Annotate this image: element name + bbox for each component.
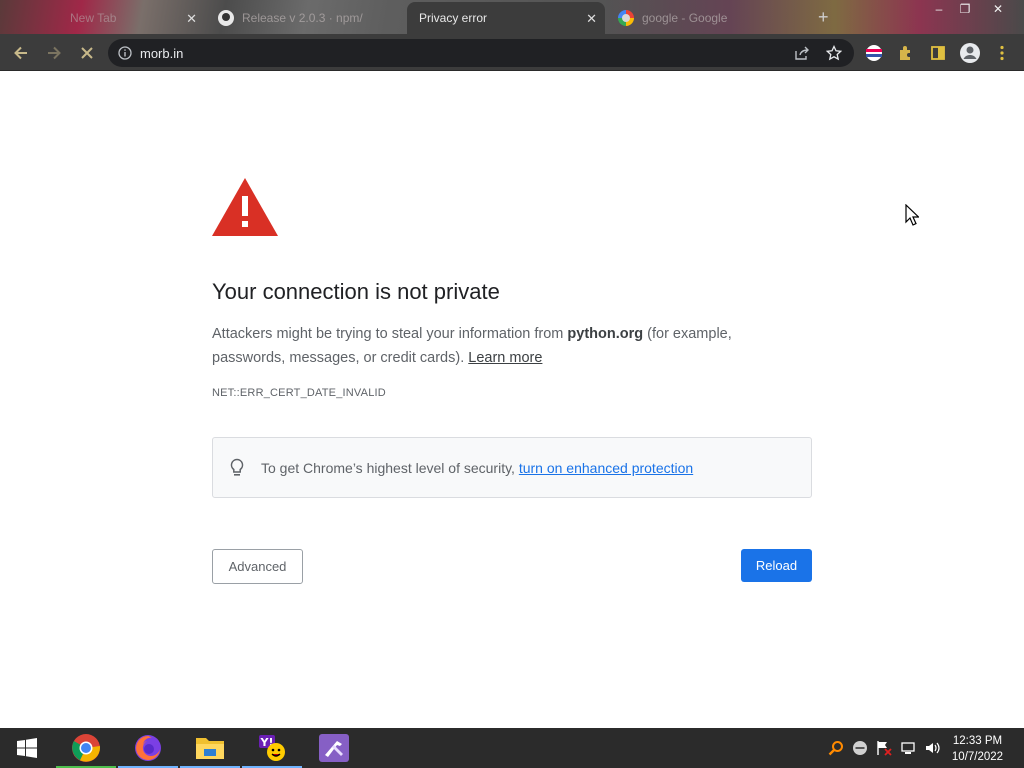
star-icon xyxy=(826,45,842,61)
taskbar-clock[interactable]: 12:33 PM 10/7/2022 xyxy=(940,733,1015,765)
firefox-icon xyxy=(135,735,161,761)
tab-privacy-error[interactable]: Privacy error ✕ xyxy=(407,2,605,34)
tray-status[interactable] xyxy=(852,740,868,756)
tab-close-icon[interactable]: ✕ xyxy=(586,11,597,27)
taskbar-yahoo-messenger[interactable]: Y! xyxy=(242,728,302,768)
profile-avatar-icon xyxy=(960,43,980,63)
taskbar-firefox[interactable] xyxy=(118,728,178,768)
windows-taskbar: Y! 12:33 PM 10/7/2022 xyxy=(0,728,1024,768)
github-icon xyxy=(218,10,234,26)
tab-title: google - Google xyxy=(642,11,728,25)
kebab-menu-icon xyxy=(1000,45,1004,61)
profile-button[interactable] xyxy=(958,41,982,65)
tip-text: To get Chrome’s highest level of securit… xyxy=(261,460,693,476)
tab-title: Privacy error xyxy=(419,11,488,25)
share-button[interactable] xyxy=(792,43,812,63)
clock-date: 10/7/2022 xyxy=(951,751,1004,763)
warning-triangle-icon xyxy=(212,178,278,236)
taskbar-file-explorer[interactable] xyxy=(180,728,240,768)
extension-button[interactable] xyxy=(862,41,886,65)
forward-button[interactable] xyxy=(42,41,66,65)
enhanced-protection-link[interactable]: turn on enhanced protection xyxy=(519,460,693,476)
page-title: Your connection is not private xyxy=(212,279,500,304)
tab-new-tab[interactable]: New Tab ✕ xyxy=(0,2,205,34)
url-text: morb.in xyxy=(140,45,184,61)
stop-loading-button[interactable] xyxy=(75,41,99,65)
tab-google-search[interactable]: google - Google xyxy=(608,2,808,34)
tab-title: New Tab xyxy=(70,11,117,25)
reload-button[interactable]: Reload xyxy=(741,549,812,582)
search-icon xyxy=(828,741,843,756)
back-arrow-icon xyxy=(14,46,27,60)
yahoo-messenger-icon: Y! xyxy=(259,735,285,761)
flag-extension-icon xyxy=(866,45,882,61)
tray-search[interactable] xyxy=(828,740,844,756)
enhanced-protection-tip: To get Chrome’s highest level of securit… xyxy=(212,437,812,498)
chrome-icon xyxy=(72,734,100,762)
extensions-menu-button[interactable] xyxy=(894,41,918,65)
tray-action-center[interactable] xyxy=(876,740,892,756)
network-icon xyxy=(901,742,915,754)
file-explorer-icon xyxy=(196,738,224,759)
mouse-cursor-icon xyxy=(905,204,919,226)
speaker-icon xyxy=(926,742,940,754)
side-panel-icon xyxy=(931,46,945,60)
address-bar[interactable]: morb.in xyxy=(108,39,854,67)
clock-time: 12:33 PM xyxy=(952,735,1003,747)
taskbar-visual-studio[interactable] xyxy=(304,728,364,768)
info-icon xyxy=(118,46,132,60)
forward-arrow-icon xyxy=(48,46,61,60)
start-button[interactable] xyxy=(0,728,54,768)
learn-more-link[interactable]: Learn more xyxy=(468,350,542,366)
no-entry-icon xyxy=(853,741,867,755)
tab-title: Release v 2.0.3 · npm/ xyxy=(242,11,363,25)
browser-toolbar: morb.in xyxy=(0,34,1024,71)
share-icon xyxy=(795,46,809,60)
bookmark-button[interactable] xyxy=(824,43,844,63)
chrome-menu-button[interactable] xyxy=(990,41,1014,65)
close-window-button[interactable]: ✕ xyxy=(983,2,1013,16)
tab-github-release[interactable]: Release v 2.0.3 · npm/ xyxy=(208,2,404,34)
restore-button[interactable]: ❐ xyxy=(950,2,980,16)
flag-alert-icon xyxy=(877,741,892,756)
side-panel-button[interactable] xyxy=(926,41,950,65)
tray-volume[interactable] xyxy=(924,740,940,756)
taskbar-chrome[interactable] xyxy=(56,728,116,768)
advanced-button[interactable]: Advanced xyxy=(212,549,303,584)
puzzle-icon xyxy=(900,46,910,60)
tray-network[interactable] xyxy=(900,740,916,756)
windows-logo-icon xyxy=(17,738,37,758)
description-text: Attackers might be trying to steal your … xyxy=(212,326,568,342)
lightbulb-icon xyxy=(230,458,244,476)
tab-strip: New Tab ✕ Release v 2.0.3 · npm/ Privacy… xyxy=(0,0,1024,34)
tip-label: To get Chrome’s highest level of securit… xyxy=(261,459,519,476)
visual-studio-icon xyxy=(319,734,349,762)
google-icon xyxy=(618,10,634,26)
error-code: NET::ERR_CERT_DATE_INVALID xyxy=(212,387,386,399)
error-description: Attackers might be trying to steal your … xyxy=(212,322,772,370)
domain-name: python.org xyxy=(567,326,644,342)
back-button[interactable] xyxy=(9,41,33,65)
stop-icon xyxy=(81,47,93,59)
new-tab-button[interactable]: + xyxy=(818,7,829,28)
tab-close-icon[interactable]: ✕ xyxy=(186,11,197,27)
